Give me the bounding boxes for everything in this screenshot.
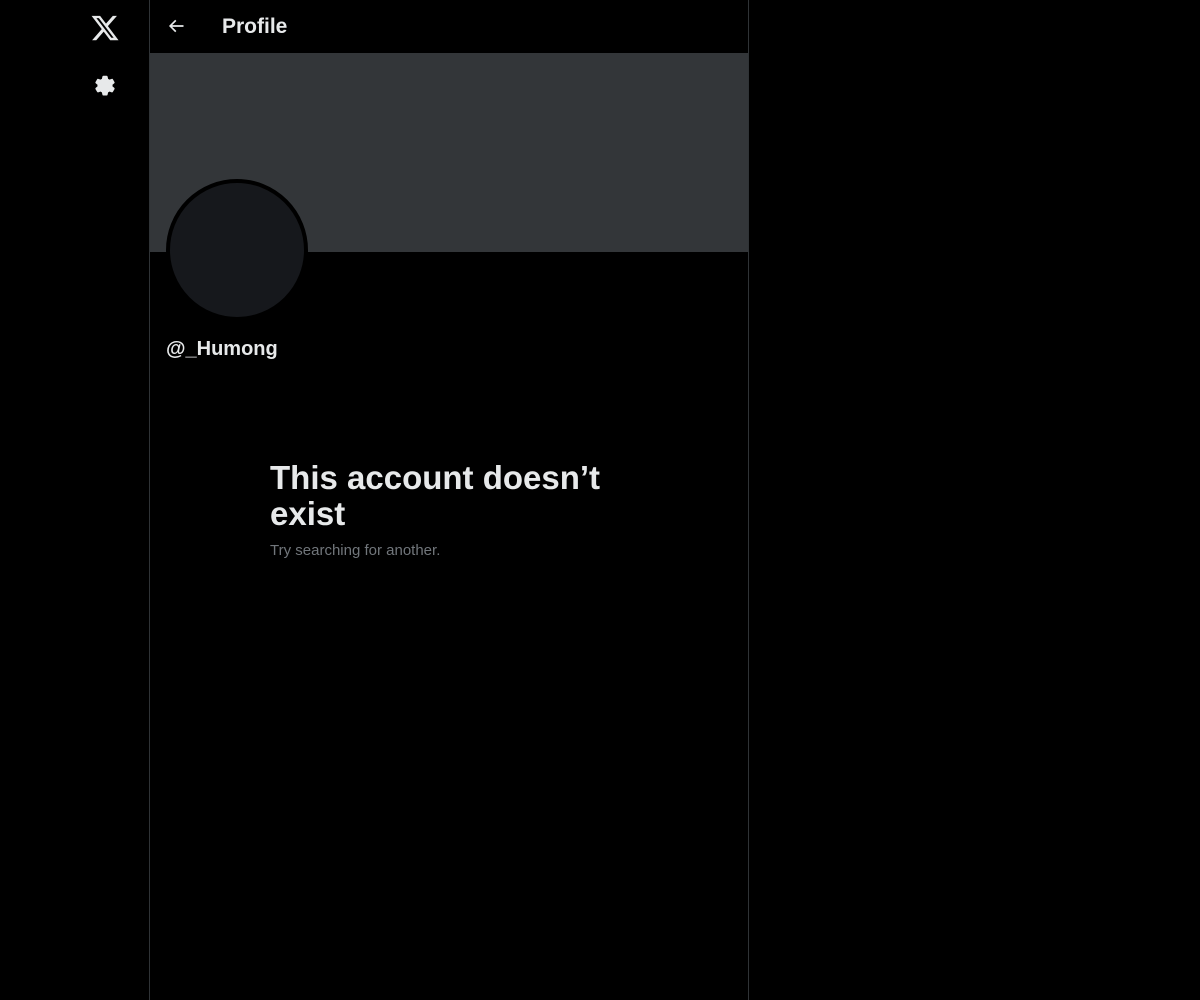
x-logo-button[interactable] — [81, 4, 129, 52]
empty-state-subtitle: Try searching for another. — [270, 542, 441, 559]
primary-column: Profile @_Humong This account doesn’t ex… — [149, 0, 749, 1000]
avatar — [166, 179, 308, 321]
app-root: Profile @_Humong This account doesn’t ex… — [0, 0, 1200, 1000]
profile-handle: @_Humong — [166, 338, 278, 360]
settings-button[interactable] — [81, 63, 129, 111]
x-logo-icon — [91, 15, 119, 41]
profile-header: Profile — [150, 0, 748, 53]
left-nav — [0, 0, 150, 1000]
gear-icon — [95, 75, 115, 96]
arrow-left-icon — [168, 19, 184, 33]
empty-state-title: This account doesn’t exist — [270, 459, 601, 532]
empty-state: This account doesn’t exist Try searching… — [270, 460, 630, 561]
page-title: Profile — [222, 15, 288, 38]
back-button[interactable] — [158, 8, 194, 44]
